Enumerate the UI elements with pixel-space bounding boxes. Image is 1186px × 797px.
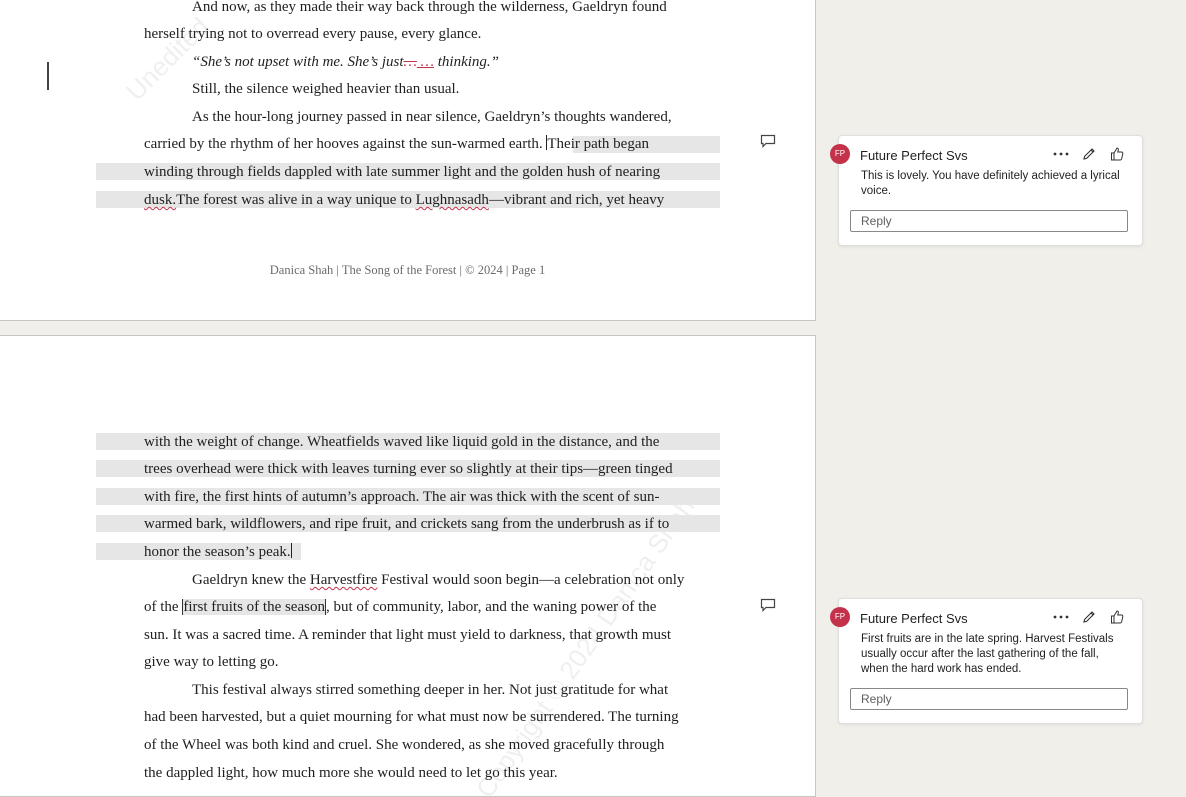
paragraph-line[interactable]: had been harvested, but a quiet mourning… [144,707,679,727]
paragraph-line[interactable]: of the first fruits of the season, but o… [144,597,656,617]
paragraph-line[interactable]: winding through fields dappled with late… [144,162,660,182]
paragraph-line[interactable]: And now, as they made their way back thr… [192,0,667,17]
paragraph-line[interactable]: honor the season’s peak. [144,542,292,562]
misspelled-word[interactable]: Lughnasadh [416,192,489,208]
reply-input[interactable]: Reply [850,210,1128,232]
page-footer: Danica Shah | The Song of the Forest | ©… [269,263,546,277]
comment-card[interactable]: FP Future Perfect Svs This is lovely. Yo… [830,135,1143,246]
more-options-icon[interactable] [1052,608,1070,626]
paragraph-line[interactable]: dusk.The forest was alive in a way uniqu… [144,190,664,210]
reply-input[interactable]: Reply [850,688,1128,710]
paragraph-line[interactable]: sun. It was a sacred time. A reminder th… [144,625,671,645]
like-thumb-icon[interactable] [1108,145,1126,163]
paragraph-line[interactable]: Gaeldryn knew the Harvestfire Festival w… [192,570,684,590]
avatar: FP [830,607,850,627]
tracked-deletion[interactable]: … [404,54,417,70]
paragraph-line[interactable]: trees overhead were thick with leaves tu… [144,459,673,479]
commented-text[interactable]: first fruits of the season [182,599,326,615]
paragraph-line[interactable]: the dappled light, how much more she wou… [144,763,558,783]
document-page-2: Copyright © 2024 Danica Shah with the we… [0,335,816,797]
misspelled-word[interactable]: Harvestfire [310,572,377,588]
comment-author: Future Perfect Svs [860,148,968,163]
document-page-1: Unedited And now, as they made their way… [0,0,816,321]
text-cursor [290,543,292,558]
like-thumb-icon[interactable] [1108,608,1126,626]
italic-dialogue-line[interactable]: “She’s not upset with me. She’s just… … … [192,52,499,72]
paragraph-line[interactable]: As the hour-long journey passed in near … [192,107,672,127]
comment-text: First fruits are in the late spring. Har… [861,633,1114,675]
change-bar [47,62,49,90]
paragraph-line[interactable]: with fire, the first hints of autumn’s a… [144,487,659,507]
comment-author: Future Perfect Svs [860,611,968,626]
comment-card[interactable]: FP Future Perfect Svs First fruits are i… [830,598,1143,724]
paragraph-line[interactable]: Still, the silence weighed heavier than … [192,79,459,99]
comment-icon[interactable] [760,134,776,148]
avatar: FP [830,144,850,164]
edit-pencil-icon[interactable] [1080,145,1098,163]
paragraph-line[interactable]: give way to letting go. [144,652,279,672]
paragraph-line[interactable]: warmed bark, wildflowers, and ripe fruit… [144,514,669,534]
more-options-icon[interactable] [1052,145,1070,163]
paragraph-line[interactable]: of the Wheel was both kind and cruel. Sh… [144,735,664,755]
paragraph-line[interactable]: with the weight of change. Wheatfields w… [144,432,659,452]
comment-icon[interactable] [760,598,776,612]
paragraph-line[interactable]: carried by the rhythm of her hooves agai… [144,134,649,154]
tracked-insertion[interactable]: … [417,54,434,70]
paragraph-line[interactable]: This festival always stirred something d… [192,680,668,700]
paragraph-line[interactable]: herself trying not to overread every pau… [144,24,481,44]
comment-text: This is lovely. You have definitely achi… [861,170,1120,197]
edit-pencil-icon[interactable] [1080,608,1098,626]
